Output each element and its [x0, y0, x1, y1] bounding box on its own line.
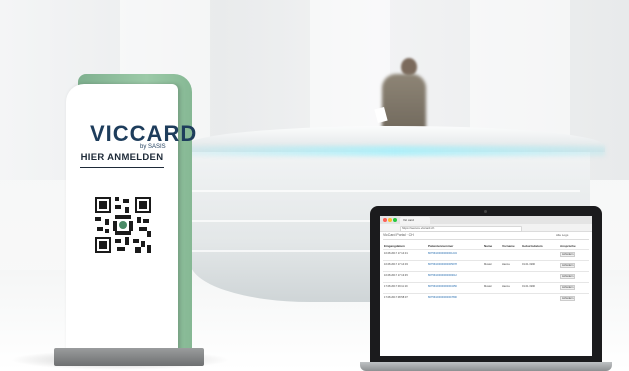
request-button[interactable]: Anfordern	[560, 262, 576, 268]
kiosk-base	[54, 348, 204, 366]
table-cell: Muster	[484, 285, 492, 288]
logo-subtitle: by SASIS	[140, 144, 166, 150]
filter-link[interactable]: Alle Logs	[556, 233, 568, 237]
scene: VICCARD by SASIS HIER ANMELDEN Vic card	[0, 0, 629, 371]
table-divider	[383, 282, 589, 283]
viccard-logo: VICCARD by SASIS	[90, 121, 196, 150]
table-cell: 01.01.1990	[522, 285, 535, 288]
table-cell-link[interactable]: 80756100000000003456	[428, 285, 457, 288]
maximize-window-icon[interactable]	[393, 218, 397, 222]
request-button[interactable]: Anfordern	[560, 295, 576, 301]
request-button[interactable]: Anfordern	[560, 251, 576, 257]
column-header[interactable]: Patientennummer	[428, 244, 453, 248]
table-cell-link[interactable]: 80756100000000005678	[428, 263, 457, 266]
column-header[interactable]: Ansprüche	[560, 244, 576, 248]
table-divider	[383, 293, 589, 294]
column-header[interactable]: Vorname	[502, 244, 515, 248]
kiosk-divider	[80, 167, 164, 168]
desk-glow	[185, 146, 605, 156]
desk-band	[190, 190, 580, 192]
table-cell: Hanna	[502, 285, 510, 288]
table-divider	[383, 271, 589, 272]
table-divider	[383, 249, 589, 250]
request-button[interactable]: Anfordern	[560, 273, 576, 279]
kiosk-title: HIER ANMELDEN	[80, 152, 164, 163]
table-cell: Hanna	[502, 263, 510, 266]
qr-code-icon[interactable]	[95, 197, 151, 253]
table-cell: 16.08.2017 17:14:03	[384, 263, 408, 266]
table-cell: 17.08.2017 09:11:19	[384, 285, 408, 288]
table-cell: 16.08.2017 17:14:31	[384, 252, 408, 255]
column-header[interactable]: Eingangdatum	[384, 244, 405, 248]
table-cell: 01.01.1990	[522, 263, 535, 266]
table-cell-link[interactable]: 80756100000000009012	[428, 274, 457, 277]
minimize-window-icon[interactable]	[388, 218, 392, 222]
table-divider	[383, 260, 589, 261]
table-cell: 17.08.2017 08:58:07	[384, 296, 408, 299]
table-cell: Muster	[484, 263, 492, 266]
table-cell-link[interactable]: 80756100000000007890	[428, 296, 457, 299]
close-window-icon[interactable]	[383, 218, 387, 222]
address-text: https://secure.viccard.ch	[402, 225, 435, 230]
app-header: VicCard Portal · CH	[383, 233, 414, 237]
browser-tab-label: Vic card	[403, 217, 414, 222]
request-button[interactable]: Anfordern	[560, 284, 576, 290]
table-cell-link[interactable]: 80756100000000001234	[428, 252, 457, 255]
camera-icon	[484, 210, 487, 213]
laptop-base	[360, 362, 612, 371]
table-cell: 16.08.2017 17:13:45	[384, 274, 408, 277]
column-header[interactable]: Name	[484, 244, 492, 248]
laptop-screen: Vic card https://secure.viccard.ch VicCa…	[380, 216, 592, 356]
header-divider	[383, 239, 589, 240]
column-header[interactable]: Geburtsdatum	[522, 244, 543, 248]
